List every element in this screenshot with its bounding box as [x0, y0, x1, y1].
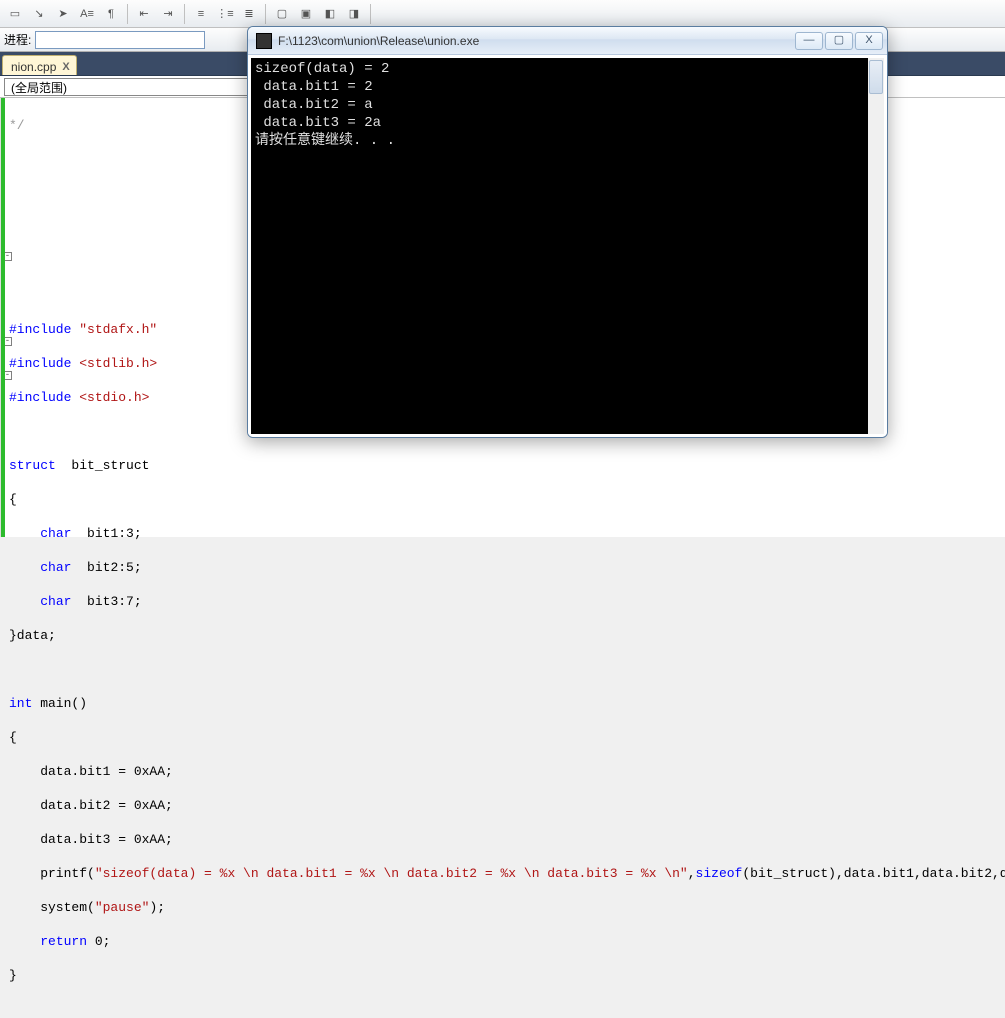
minimize-button[interactable]: — [795, 32, 823, 50]
app-icon [256, 33, 272, 49]
separator [370, 4, 371, 24]
console-window: F:\1123\com\union\Release\union.exe — ▢ … [247, 26, 888, 438]
tab-filename: nion.cpp [11, 60, 56, 74]
close-icon[interactable]: X [62, 61, 69, 73]
toolbar-btn[interactable]: ▭ [4, 3, 26, 25]
process-combo[interactable] [35, 31, 205, 49]
toolbar-btn[interactable]: ◨ [343, 3, 365, 25]
window-buttons: — ▢ X [793, 32, 883, 50]
console-line: data.bit1 = 2 [255, 79, 373, 95]
process-label: 进程: [4, 31, 31, 48]
indent-left-icon[interactable]: ⇤ [133, 3, 155, 25]
file-tab[interactable]: nion.cpp X [2, 55, 77, 75]
toolbar-btn[interactable]: ≣ [238, 3, 260, 25]
console-line: 请按任意键继续. . . [255, 133, 395, 149]
terminal[interactable]: sizeof(data) = 2 data.bit1 = 2 data.bit2… [251, 58, 884, 434]
indent-right-icon[interactable]: ⇥ [157, 3, 179, 25]
console-body: sizeof(data) = 2 data.bit1 = 2 data.bit2… [248, 55, 887, 437]
scrollbar-thumb[interactable] [869, 60, 883, 94]
separator [127, 4, 128, 24]
main-toolbar: ▭ ↘ ➤ A≡ ¶ ⇤ ⇥ ≡ ⋮≡ ≣ ▢ ▣ ◧ ◨ [0, 0, 1005, 28]
console-line: data.bit3 = 2a [255, 115, 381, 131]
maximize-button[interactable]: ▢ [825, 32, 853, 50]
window-title: F:\1123\com\union\Release\union.exe [278, 34, 793, 48]
close-button[interactable]: X [855, 32, 883, 50]
toolbar-btn[interactable]: ≡ [190, 3, 212, 25]
toolbar-btn[interactable]: ▢ [271, 3, 293, 25]
toolbar-btn[interactable]: ◧ [319, 3, 341, 25]
console-line: sizeof(data) = 2 [255, 61, 389, 77]
toolbar-btn[interactable]: ⋮≡ [214, 3, 236, 25]
toolbar-btn[interactable]: ↘ [28, 3, 50, 25]
scrollbar[interactable] [868, 58, 884, 434]
separator [184, 4, 185, 24]
separator [265, 4, 266, 24]
toolbar-btn[interactable]: ▣ [295, 3, 317, 25]
titlebar[interactable]: F:\1123\com\union\Release\union.exe — ▢ … [248, 27, 887, 55]
cursor-icon[interactable]: ➤ [52, 3, 74, 25]
toolbar-btn[interactable]: ¶ [100, 3, 122, 25]
console-line: data.bit2 = a [255, 97, 373, 113]
toolbar-btn[interactable]: A≡ [76, 3, 98, 25]
